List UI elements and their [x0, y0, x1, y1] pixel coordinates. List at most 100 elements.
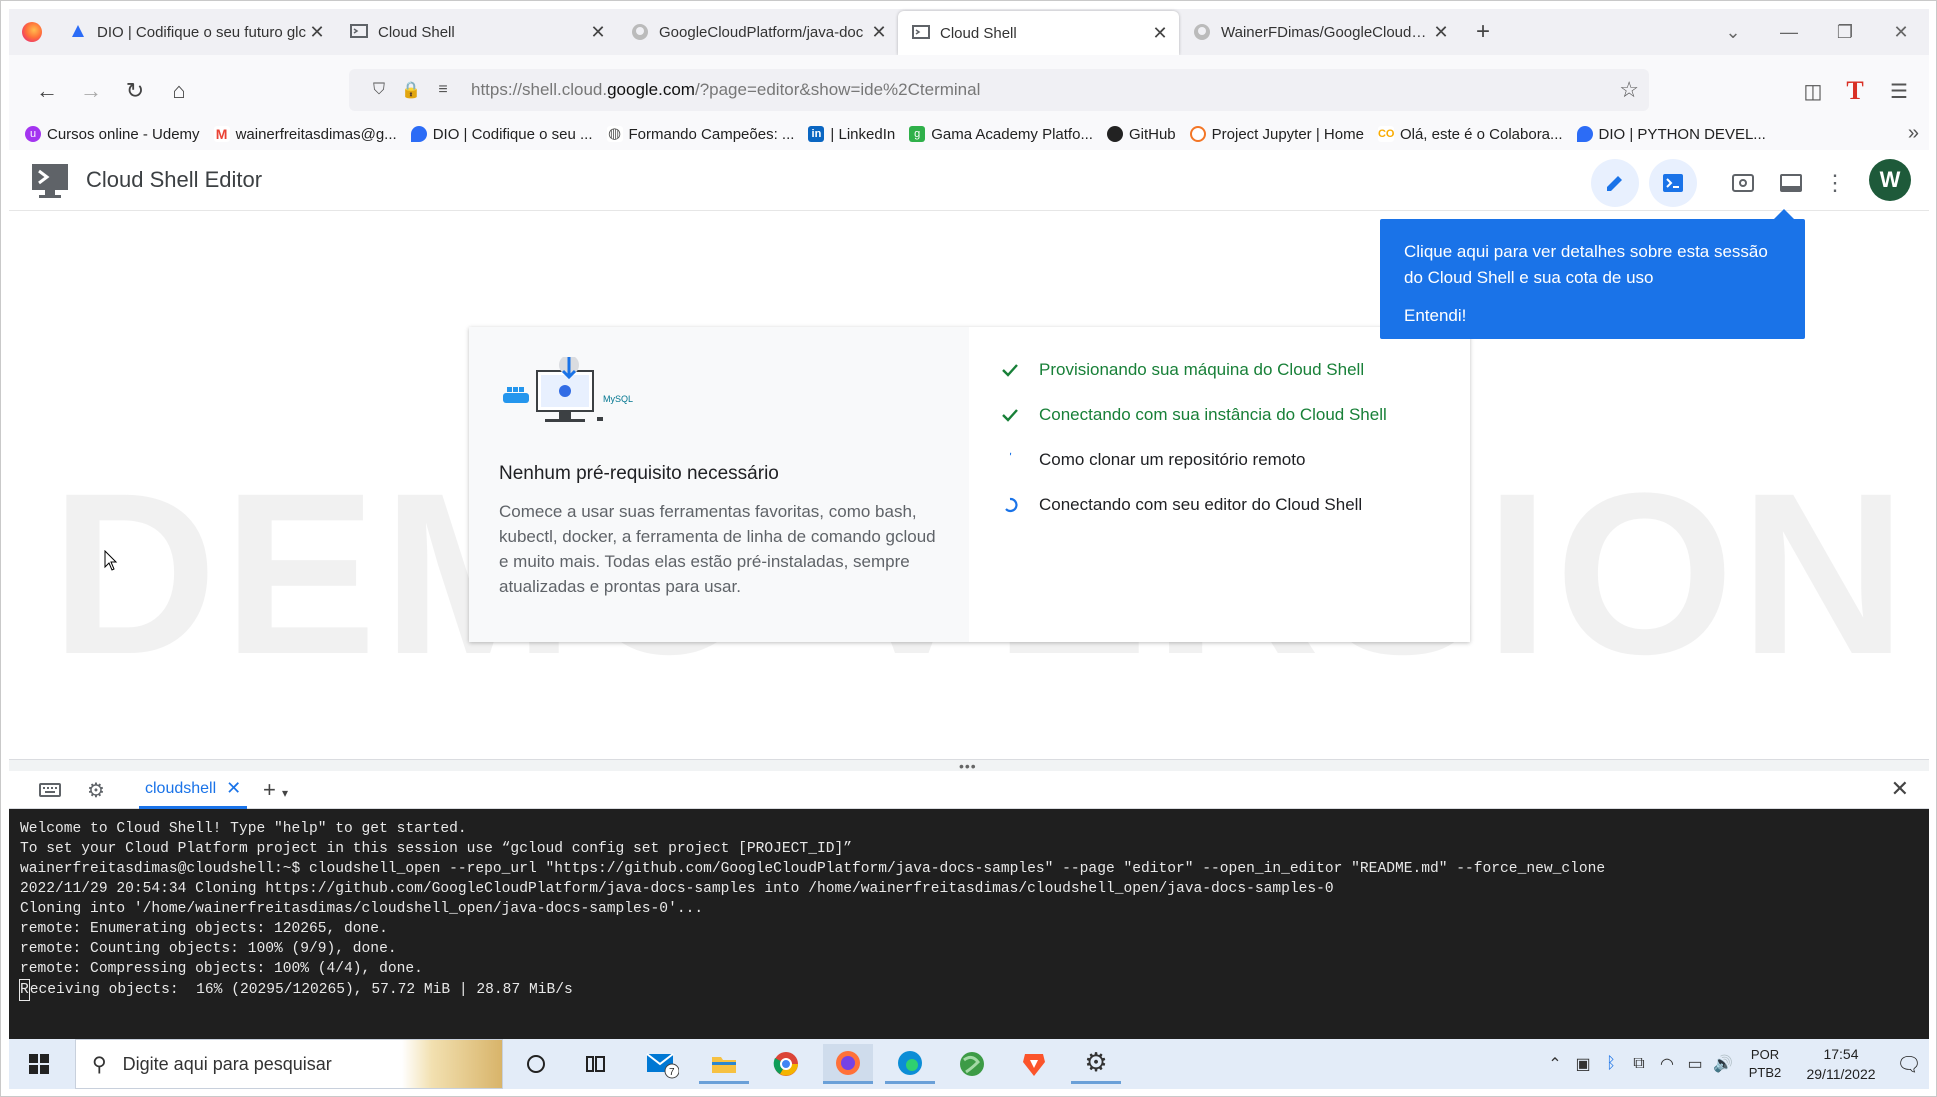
- bookmark-label: Formando Campeões: ...: [628, 125, 795, 143]
- brave-icon[interactable]: [1009, 1044, 1059, 1084]
- jupyter-icon: [1189, 126, 1206, 142]
- bookmark-dio-python[interactable]: DIO | PYTHON DEVEL...: [1576, 126, 1766, 143]
- menu-icon[interactable]: ☰: [1879, 71, 1919, 111]
- forward-icon[interactable]: →: [71, 71, 111, 111]
- tab-dio[interactable]: DIO | Codifique o seu futuro glc ✕: [55, 9, 336, 55]
- terminal-line: remote: Counting objects: 100% (9/9), do…: [20, 941, 397, 957]
- back-icon[interactable]: ←: [27, 71, 67, 111]
- windows-logo-icon: [29, 1054, 49, 1074]
- chrome-icon[interactable]: [761, 1044, 811, 1084]
- tab-github-wainer[interactable]: WainerFDimas/GoogleCloudPla ✕: [1179, 9, 1460, 55]
- url-bar[interactable]: ⛉ 🔒 ≡ https://shell.cloud.google.com/?pa…: [349, 69, 1649, 111]
- tools-illustration-icon: MySQL: [503, 357, 633, 422]
- volume-icon[interactable]: 🔊: [1709, 1054, 1737, 1074]
- loading-card: MySQL Nenhum pré-requisito necessário Co…: [469, 327, 1470, 642]
- bookmark-star-icon[interactable]: ☆: [1619, 77, 1639, 103]
- bookmark-gmail[interactable]: Mwainerfreitasdimas@g...: [213, 126, 397, 143]
- bluetooth-icon[interactable]: ᛒ: [1597, 1055, 1625, 1073]
- file-explorer-icon[interactable]: [699, 1044, 749, 1084]
- extension-t-icon[interactable]: T: [1835, 71, 1875, 111]
- firefox-icon[interactable]: [9, 9, 55, 55]
- wifi-icon[interactable]: ◠: [1653, 1054, 1681, 1074]
- cortana-icon[interactable]: [511, 1044, 561, 1084]
- system-clock[interactable]: 17:54 29/11/2022: [1793, 1044, 1889, 1084]
- session-info-button[interactable]: [1767, 159, 1815, 207]
- list-all-tabs-icon[interactable]: ⌄: [1705, 9, 1761, 55]
- bookmark-jupyter[interactable]: Project Jupyter | Home: [1189, 126, 1364, 143]
- globe-app-icon[interactable]: [947, 1044, 997, 1084]
- linkedin-icon: in: [808, 126, 825, 142]
- avatar[interactable]: W: [1869, 159, 1911, 201]
- edge-icon[interactable]: [885, 1044, 935, 1084]
- close-tab-icon[interactable]: ✕: [1151, 23, 1169, 44]
- bookmark-formando[interactable]: ◍ Formando Campeões: ...: [606, 125, 795, 143]
- progress-steps: Provisionando sua máquina do Cloud Shell…: [999, 347, 1387, 527]
- close-tab-icon[interactable]: ✕: [589, 22, 607, 43]
- bookmark-colab[interactable]: CO Olá, este é o Colabora...: [1377, 126, 1563, 143]
- step-label: Provisionando sua máquina do Cloud Shell: [1039, 359, 1365, 379]
- home-icon[interactable]: ⌂: [159, 71, 199, 111]
- close-window-icon[interactable]: ✕: [1873, 9, 1929, 55]
- bookmark-udemy[interactable]: u Cursos online - Udemy: [25, 126, 200, 143]
- panel-resize-handle[interactable]: •••: [9, 758, 1929, 774]
- gama-icon: g: [909, 126, 926, 142]
- settings-app-icon[interactable]: ⚙: [1071, 1044, 1121, 1084]
- tooltip-dismiss-button[interactable]: Entendi!: [1404, 303, 1781, 329]
- tab-cloud-shell-active[interactable]: Cloud Shell ✕: [898, 11, 1179, 55]
- session-info-tooltip: Clique aqui para ver detalhes sobre esta…: [1380, 209, 1805, 339]
- input-language[interactable]: POR PTB2: [1737, 1046, 1793, 1082]
- close-tab-icon[interactable]: ✕: [308, 22, 326, 43]
- restore-icon[interactable]: ❐: [1817, 9, 1873, 55]
- device-icon[interactable]: ⧉: [1625, 1055, 1653, 1073]
- add-terminal-button[interactable]: + ▾: [263, 777, 288, 803]
- cloud-shell-logo-icon: [32, 164, 68, 198]
- task-view-icon[interactable]: [571, 1044, 621, 1084]
- tracking-protection-icon[interactable]: ⛉: [363, 81, 395, 99]
- dio-icon: [1576, 126, 1593, 142]
- storage-icon[interactable]: ▣: [1569, 1054, 1597, 1074]
- bookmark-label: | LinkedIn: [830, 125, 896, 143]
- pocket-icon[interactable]: ◫: [1793, 71, 1833, 111]
- terminal-output[interactable]: Welcome to Cloud Shell! Type "help" to g…: [9, 809, 1929, 1039]
- close-tab-icon[interactable]: ✕: [870, 22, 888, 43]
- minimize-icon[interactable]: —: [1761, 9, 1817, 55]
- tab-cloudshell[interactable]: cloudshell ✕: [139, 771, 248, 809]
- close-terminal-tab-icon[interactable]: ✕: [226, 778, 241, 799]
- chevron-down-icon[interactable]: ▾: [282, 786, 288, 800]
- terminal-line-current: Receiving objects: 16% (20295/120265), 5…: [19, 979, 1918, 1001]
- url-prefix: https://shell.cloud.: [471, 80, 608, 99]
- bookmark-linkedin[interactable]: in | LinkedIn: [808, 126, 895, 143]
- web-preview-button[interactable]: [1719, 159, 1767, 207]
- windows-start-button[interactable]: [9, 1039, 69, 1089]
- card-heading: Nenhum pré-requisito necessário: [499, 463, 779, 484]
- more-bookmarks-icon[interactable]: »: [1908, 122, 1919, 145]
- notifications-icon[interactable]: 🗨: [1889, 1052, 1929, 1077]
- taskbar-search-box[interactable]: ⚲ Digite aqui para pesquisar: [75, 1039, 503, 1089]
- bookmark-github[interactable]: GitHub: [1106, 126, 1176, 143]
- terminal-progress-text: eceiving objects: 16% (20295/120265), 57…: [29, 982, 573, 998]
- close-tab-icon[interactable]: ✕: [1432, 22, 1450, 43]
- firefox-taskbar-icon[interactable]: [823, 1044, 873, 1084]
- url-text[interactable]: https://shell.cloud.google.com/?page=edi…: [471, 80, 980, 100]
- new-tab-button[interactable]: +: [1460, 9, 1506, 55]
- close-terminal-panel-icon[interactable]: ✕: [1891, 776, 1909, 802]
- battery-icon[interactable]: ▭: [1681, 1054, 1709, 1074]
- open-terminal-button[interactable]: [1649, 159, 1697, 207]
- permissions-icon[interactable]: ≡: [427, 81, 459, 99]
- bookmark-gama[interactable]: g Gama Academy Platfo...: [909, 126, 1093, 143]
- tab-cloud-shell-1[interactable]: Cloud Shell ✕: [336, 9, 617, 55]
- clock-time: 17:54: [1823, 1046, 1859, 1062]
- more-options-icon[interactable]: ⋮: [1811, 159, 1859, 207]
- lock-icon[interactable]: 🔒: [395, 80, 427, 100]
- open-editor-button[interactable]: [1591, 159, 1639, 207]
- bookmarks-toolbar: u Cursos online - Udemy Mwainerfreitasdim…: [9, 118, 1929, 150]
- bookmark-dio[interactable]: DIO | Codifique o seu ...: [410, 126, 593, 143]
- mail-app-icon[interactable]: 7: [637, 1044, 687, 1084]
- tab-github-java-docs[interactable]: GoogleCloudPlatform/java-doc ✕: [617, 9, 898, 55]
- settings-gear-icon[interactable]: ⚙: [83, 778, 109, 802]
- language-code: POR: [1750, 1047, 1780, 1062]
- show-hidden-icons-icon[interactable]: ⌃: [1541, 1054, 1569, 1074]
- mouse-cursor-icon: [104, 550, 118, 571]
- keyboard-icon[interactable]: [37, 778, 63, 802]
- reload-icon[interactable]: ↻: [115, 71, 155, 111]
